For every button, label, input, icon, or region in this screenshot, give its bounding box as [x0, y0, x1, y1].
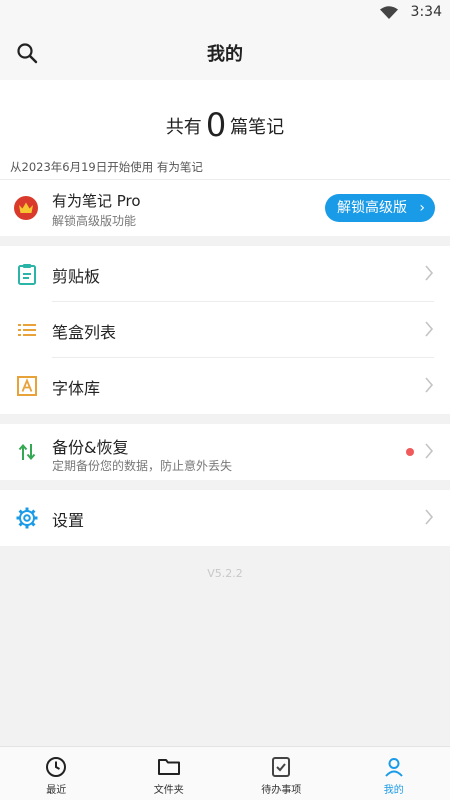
note-count-line: 共有 0 篇笔记 — [0, 106, 450, 144]
tab-label: 最近 — [46, 785, 67, 796]
bottom-nav: 最近 文件夹 待办事项 我的 — [0, 746, 450, 800]
chevron-right-icon — [425, 321, 434, 337]
menu-item-label: 字体库 — [52, 379, 101, 398]
list-icon — [18, 324, 36, 336]
status-bar: 3:34 — [0, 0, 450, 24]
app-bar: 我的 — [0, 24, 450, 80]
profile-icon — [385, 758, 403, 777]
tab-label: 我的 — [383, 785, 404, 796]
page-title: 我的 — [207, 44, 243, 65]
backup-card: 备份&恢复 定期备份您的数据，防止意外丢失 — [0, 424, 450, 480]
chevron-right-icon — [425, 265, 434, 281]
menu-item-clipboard[interactable]: 剪贴板 — [0, 246, 450, 302]
folder-icon — [157, 759, 180, 775]
font-icon — [17, 376, 37, 396]
clipboard-icon — [18, 264, 36, 285]
sync-arrows-icon — [18, 443, 36, 461]
backup-title: 备份&恢复 — [52, 438, 129, 457]
chevron-right-icon — [425, 377, 434, 393]
menu-item-backup-restore[interactable]: 备份&恢复 定期备份您的数据，防止意外丢失 — [0, 424, 450, 480]
menu-item-settings[interactable]: 设置 — [0, 490, 450, 546]
crown-badge-icon — [14, 196, 38, 220]
status-time: 3:34 — [410, 4, 442, 20]
backup-subtitle: 定期备份您的数据，防止意外丢失 — [52, 459, 233, 473]
pro-card[interactable]: 有为笔记 Pro 解锁高级版功能 解锁高级版 › — [0, 180, 450, 236]
tab-recent[interactable]: 最近 — [0, 747, 113, 800]
menu-item-pen-box-list[interactable]: 笔盒列表 — [0, 302, 450, 358]
notification-dot — [406, 448, 414, 456]
app-version: V5.2.2 — [207, 567, 243, 580]
tab-label: 文件夹 — [153, 785, 184, 796]
tab-profile[interactable]: 我的 — [338, 747, 450, 800]
unlock-pro-label: 解锁高级版 — [337, 200, 407, 216]
chevron-right-icon — [425, 443, 434, 459]
pro-subtitle: 解锁高级版功能 — [52, 214, 137, 228]
settings-card: 设置 — [0, 490, 450, 546]
chevron-right-icon: › — [419, 200, 425, 216]
tab-todo[interactable]: 待办事项 — [225, 747, 338, 800]
pro-title: 有为笔记 Pro — [52, 192, 141, 210]
gear-icon — [16, 507, 38, 529]
chevron-right-icon — [425, 509, 434, 525]
settings-label: 设置 — [52, 511, 85, 530]
note-count: 0 — [205, 106, 227, 144]
todo-icon — [272, 757, 291, 777]
menu-item-label: 笔盒列表 — [52, 323, 117, 342]
menu-item-label: 剪贴板 — [52, 267, 101, 286]
clock-icon — [46, 757, 67, 777]
wifi-icon — [380, 6, 398, 19]
note-summary: 共有 0 篇笔记 从2023年6月19日开始使用 有为笔记 — [0, 80, 450, 180]
usage-since-text: 从2023年6月19日开始使用 有为笔记 — [10, 160, 203, 174]
menu-item-font-library[interactable]: 字体库 — [0, 358, 450, 414]
unlock-pro-button[interactable]: 解锁高级版 › — [325, 194, 435, 222]
note-count-prefix: 共有 — [165, 117, 202, 138]
tab-label: 待办事项 — [261, 785, 302, 796]
tab-folders[interactable]: 文件夹 — [113, 747, 226, 800]
tools-card: 剪贴板 笔盒列表 字体库 — [0, 246, 450, 414]
note-count-suffix: 篇笔记 — [230, 117, 285, 138]
